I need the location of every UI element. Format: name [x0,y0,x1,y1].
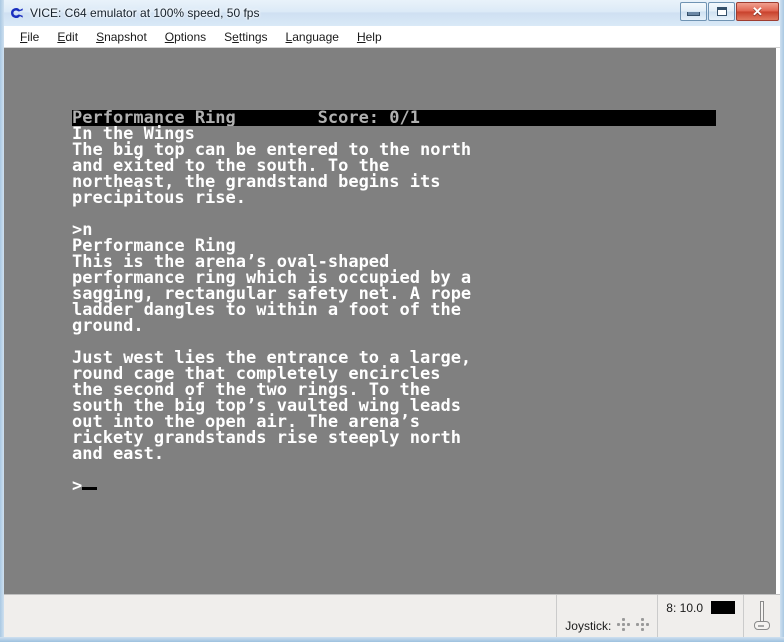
drive-label: 8: 10.0 [666,601,703,615]
menu-item-settings[interactable]: Settings [215,28,276,46]
commodore-logo-icon [8,5,24,21]
screen-line: precipitous rise. [72,188,246,208]
window-border-left [0,0,4,642]
menu-item-options[interactable]: Options [156,28,215,46]
joystick-port1-icon [617,618,631,631]
vice-window: VICE: C64 emulator at 100% speed, 50 fps… [0,0,784,642]
c64-screen[interactable]: Performance Ring Score: 0/1 In the Wings… [4,48,776,594]
maximize-icon [716,7,727,16]
menu-item-help[interactable]: Help [348,28,391,46]
close-icon: ✕ [752,4,763,19]
caption-buttons: ✕ [680,2,779,21]
drive-status[interactable]: 8: 10.0 [658,595,743,637]
menu-item-language[interactable]: Language [277,28,348,46]
drive-led-icon [711,601,735,614]
tape-status[interactable] [744,595,780,637]
joystick-port2-icon [636,618,650,631]
minimize-button[interactable] [680,2,707,21]
tape-icon [752,599,772,633]
window-title: VICE: C64 emulator at 100% speed, 50 fps [30,6,260,20]
screen-line [72,206,471,222]
menu-item-edit[interactable]: Edit [48,28,87,46]
title-bar[interactable]: VICE: C64 emulator at 100% speed, 50 fps… [0,0,784,26]
screen-line: > [72,478,471,495]
window-border-bottom [0,637,784,642]
joystick-status[interactable]: Joystick: [557,595,657,637]
menu-item-snapshot[interactable]: Snapshot [87,28,156,46]
joystick-label: Joystick: [565,619,612,633]
window-border-right [780,0,784,642]
menu-bar: File Edit Snapshot Options Settings Lang… [4,26,780,48]
menu-item-file[interactable]: File [11,28,48,46]
vice-status-bar: Joystick: 8: 10.0 [4,594,780,637]
emulator-client-area: Performance Ring Score: 0/1 In the Wings… [4,48,780,594]
screen-line: ground. [72,316,144,336]
close-button[interactable]: ✕ [736,2,779,21]
maximize-button[interactable] [708,2,735,21]
text-cursor [82,487,98,490]
screen-line [72,462,471,478]
minimize-icon [687,12,700,16]
game-text-output: In the Wings The big top can be entered t… [72,126,471,495]
screen-line: and east. [72,444,165,464]
